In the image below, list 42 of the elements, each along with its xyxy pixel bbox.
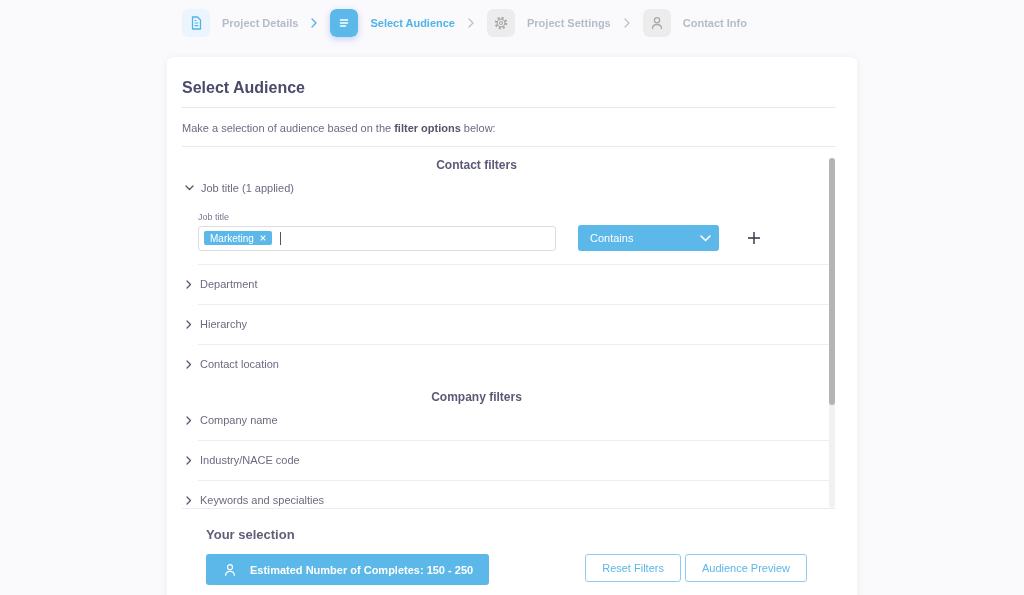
chevron-right-icon: [186, 279, 192, 289]
chevron-right-icon: [186, 415, 192, 425]
estimate-text: Estimated Number of Completes: 150 - 250: [250, 563, 474, 576]
chevron-right-icon: [186, 455, 192, 465]
chevron-down-icon: [700, 234, 711, 242]
step-tab[interactable]: Select Audience: [330, 9, 455, 37]
operator-dropdown[interactable]: Contains: [578, 225, 719, 251]
plus-icon[interactable]: [748, 232, 760, 244]
filter-header[interactable]: Industry/NACE code: [182, 449, 300, 471]
filter-header[interactable]: Company name: [182, 409, 278, 431]
filter-header[interactable]: Department: [182, 273, 258, 295]
chevron-right-icon: [468, 18, 474, 28]
chevron-right-icon: [186, 359, 192, 369]
gear-icon: [487, 9, 515, 37]
scrollbar-thumb[interactable]: [829, 158, 835, 405]
panel-description: Make a selection of audience based on the filter options below:: [182, 108, 836, 147]
chevron-right-icon: [186, 495, 192, 505]
chevron-right-icon: [311, 18, 318, 28]
step-tab[interactable]: Contact Info: [642, 9, 747, 37]
filter-header[interactable]: Hierarchy: [182, 313, 248, 335]
chevron-right-icon: [186, 319, 192, 329]
document-icon: [182, 9, 210, 37]
filter-tag[interactable]: Marketing: [204, 231, 272, 245]
panel-title: Select Audience: [182, 57, 836, 108]
field-label: Job title: [198, 211, 230, 223]
group-heading: Contact filters: [436, 158, 517, 172]
preview-button[interactable]: Audience Preview: [684, 554, 807, 582]
chevron-right-icon: [623, 18, 630, 28]
chevron-down-icon: [185, 185, 194, 191]
selection-title: Your selection: [206, 526, 295, 544]
reset-button[interactable]: Reset Filters: [585, 554, 681, 582]
person-icon: [225, 563, 235, 576]
step-tab[interactable]: Project Details: [182, 9, 299, 37]
filter-header[interactable]: Keywords and specialties: [182, 489, 325, 508]
list-icon: [330, 9, 359, 37]
close-icon[interactable]: [259, 235, 266, 241]
filter-header[interactable]: Job title (1 applied): [182, 177, 294, 199]
group-heading: Company filters: [431, 390, 522, 404]
filter-header[interactable]: Contact location: [182, 353, 279, 375]
tag-input-field[interactable]: Marketing: [198, 225, 556, 251]
person-icon: [642, 9, 671, 37]
step-tab[interactable]: Project Settings: [487, 9, 611, 37]
